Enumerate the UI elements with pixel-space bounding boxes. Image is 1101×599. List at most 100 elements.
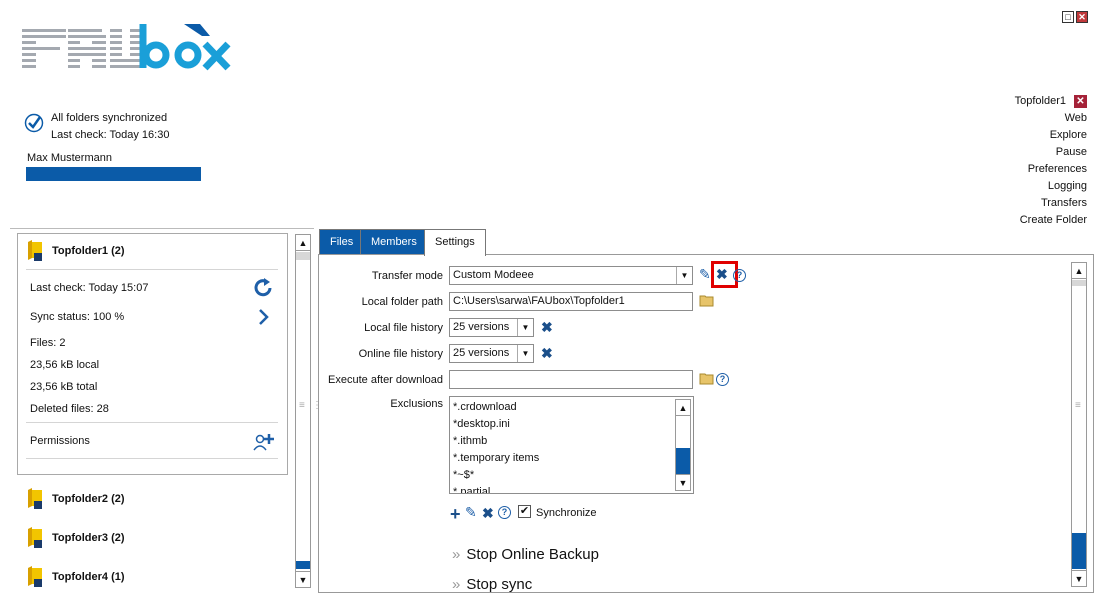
open-folder-icon[interactable]: [699, 294, 715, 307]
double-chevron-icon: »: [452, 575, 461, 593]
folder-icon: [28, 566, 42, 587]
splitter-handle[interactable]: ≡: [299, 400, 305, 411]
synchronize-checkbox[interactable]: ✔: [518, 505, 531, 518]
online-history-select[interactable]: 25 versions ▼: [449, 344, 534, 363]
divider: [26, 458, 278, 459]
local-history-select[interactable]: 25 versions ▼: [449, 318, 534, 337]
online-history-value: 25 versions: [453, 347, 510, 359]
menu-transfers[interactable]: Transfers: [1015, 195, 1087, 212]
folder-icon: [28, 527, 42, 548]
divider: [26, 269, 278, 270]
menu-logging[interactable]: Logging: [1015, 178, 1087, 195]
edit-icon[interactable]: ✎: [465, 504, 477, 521]
list-item[interactable]: *.crdownload: [450, 399, 693, 416]
scroll-track-fill: [1072, 533, 1086, 569]
file-count: Files: 2: [30, 337, 66, 349]
tab-files[interactable]: Files: [319, 229, 365, 255]
chevron-down-icon[interactable]: ▼: [517, 319, 533, 336]
scroll-thumb[interactable]: [296, 252, 310, 260]
menu-explore[interactable]: Explore: [1015, 127, 1087, 144]
delete-icon[interactable]: ✖: [541, 346, 553, 360]
scroll-thumb[interactable]: [676, 448, 690, 474]
edit-icon[interactable]: ✎: [699, 266, 711, 283]
add-icon[interactable]: +: [450, 504, 461, 525]
folder-icon: [28, 240, 42, 261]
execute-label: Execute after download: [328, 374, 443, 386]
chevron-down-icon[interactable]: ▼: [517, 345, 533, 362]
scroll-down-button[interactable]: ▼: [296, 571, 310, 587]
deleted-files: Deleted files: 28: [30, 403, 109, 415]
add-user-icon[interactable]: [252, 432, 276, 452]
folder-item[interactable]: Topfolder4 (1): [26, 566, 125, 588]
sync-status: Sync status: 100 %: [30, 311, 125, 323]
scroll-down-button[interactable]: ▼: [1072, 570, 1086, 586]
folder-header[interactable]: Topfolder1 (2): [26, 240, 125, 262]
double-chevron-icon: »: [452, 546, 461, 563]
current-folder-label: Topfolder1: [1014, 95, 1066, 107]
exclusions-list[interactable]: *.crdownload *desktop.ini *.ithmb *.temp…: [449, 396, 694, 494]
permissions-label: Permissions: [30, 435, 90, 447]
tab-settings[interactable]: Settings: [424, 229, 486, 256]
stop-backup-button[interactable]: » Stop Online Backup: [452, 546, 599, 563]
exclusions-scrollbar[interactable]: ▲ ▼: [675, 399, 691, 491]
tab-members[interactable]: Members: [360, 229, 428, 255]
list-item[interactable]: *.partial: [450, 484, 693, 493]
delete-icon[interactable]: ✖: [541, 320, 553, 334]
scroll-up-button[interactable]: ▲: [676, 400, 690, 416]
help-icon[interactable]: ?: [498, 506, 511, 519]
menu-web[interactable]: Web: [1015, 110, 1087, 127]
stop-sync-label: Stop sync: [466, 575, 533, 593]
local-history-value: 25 versions: [453, 321, 510, 333]
folder-name: Topfolder3 (2): [52, 532, 125, 544]
folder-item[interactable]: Topfolder3 (2): [26, 527, 125, 549]
settings-scrollbar[interactable]: ▲ ▼: [1071, 262, 1087, 587]
local-history-label: Local file history: [364, 322, 443, 334]
maximize-button[interactable]: □: [1062, 11, 1074, 23]
list-item[interactable]: *desktop.ini: [450, 416, 693, 433]
folder-icon: [28, 488, 42, 509]
size-local: 23,56 kB local: [30, 359, 100, 371]
transfer-mode-label: Transfer mode: [371, 270, 443, 282]
scroll-down-button[interactable]: ▼: [676, 474, 690, 490]
transfer-mode-select[interactable]: Custom Modeee ▼: [449, 266, 693, 285]
open-folder-icon[interactable]: [699, 372, 715, 385]
menu-create-folder[interactable]: Create Folder: [1015, 212, 1087, 229]
size-total: 23,56 kB total: [30, 381, 98, 393]
scroll-up-button[interactable]: ▲: [296, 235, 310, 251]
last-check: Last check: Today 15:07: [30, 282, 149, 294]
help-icon[interactable]: ?: [733, 269, 746, 282]
right-menu: Topfolder1 ✕ Web Explore Pause Preferenc…: [1015, 93, 1087, 229]
faubox-logo: [22, 24, 231, 71]
folder-title: Topfolder1 (2): [52, 245, 125, 257]
stop-sync-button[interactable]: » Stop sync: [452, 574, 532, 594]
close-window-button[interactable]: ✕: [1076, 11, 1088, 23]
transfer-mode-value: Custom Modeee: [453, 269, 534, 281]
refresh-icon[interactable]: [253, 278, 275, 298]
list-item[interactable]: *.temporary items: [450, 450, 693, 467]
list-item[interactable]: *.ithmb: [450, 433, 693, 450]
folder-item[interactable]: Topfolder2 (2): [26, 488, 125, 510]
menu-preferences[interactable]: Preferences: [1015, 161, 1087, 178]
local-path-input[interactable]: C:\Users\sarwa\FAUbox\Topfolder1: [449, 292, 693, 311]
scroll-up-button[interactable]: ▲: [1072, 263, 1086, 279]
delete-icon[interactable]: ✖: [482, 506, 494, 520]
remove-folder-icon[interactable]: ✕: [1074, 95, 1087, 108]
scroll-track-fill: [296, 561, 310, 569]
exclusions-label: Exclusions: [390, 398, 443, 410]
chevron-down-icon[interactable]: ▼: [676, 267, 692, 284]
execute-input[interactable]: [449, 370, 693, 389]
chevron-right-icon[interactable]: [257, 308, 271, 326]
folder-name: Topfolder4 (1): [52, 571, 125, 583]
folder-name: Topfolder2 (2): [52, 493, 125, 505]
help-icon[interactable]: ?: [716, 373, 729, 386]
scroll-thumb[interactable]: [1072, 280, 1086, 286]
local-path-label: Local folder path: [361, 296, 443, 308]
stop-backup-label: Stop Online Backup: [466, 546, 599, 563]
user-quota-bar: [26, 167, 201, 181]
left-scrollbar[interactable]: ▲ ▼: [295, 234, 311, 588]
splitter-handle[interactable]: ≡: [1075, 400, 1081, 411]
menu-pause[interactable]: Pause: [1015, 144, 1087, 161]
check-circle-icon: [24, 113, 44, 133]
status-line-1: All folders synchronized: [51, 112, 168, 124]
list-item[interactable]: *~$*: [450, 467, 693, 484]
